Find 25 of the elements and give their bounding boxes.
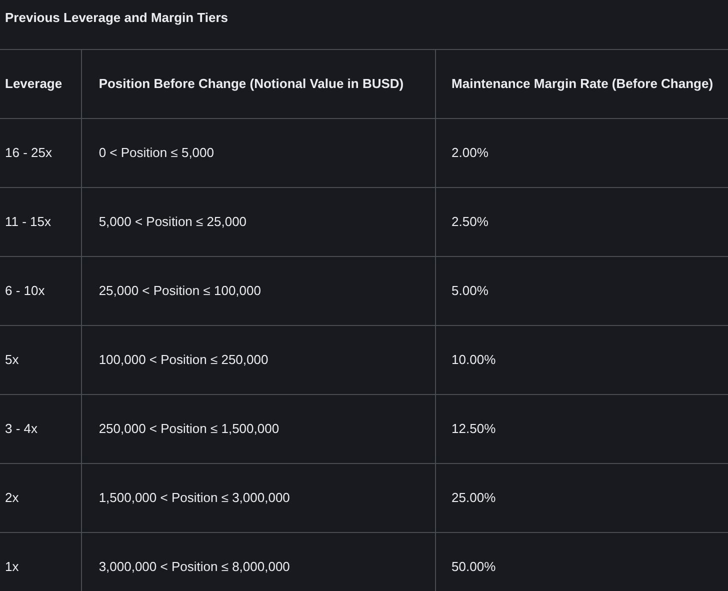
table-cell: 0 < Position ≤ 5,000 — [81, 118, 436, 188]
table-cell: 3,000,000 < Position ≤ 8,000,000 — [81, 532, 436, 591]
table-cell: 6 - 10x — [0, 256, 82, 326]
table-cell: 11 - 15x — [0, 188, 82, 256]
table-cell: 16 - 25x — [0, 118, 82, 188]
table-cell: 5,000 < Position ≤ 25,000 — [81, 188, 436, 256]
table-cell: 25,000 < Position ≤ 100,000 — [81, 256, 436, 326]
table-cell: 50.00% — [435, 532, 728, 591]
table-cell: 5.00% — [435, 256, 728, 326]
column-header: Maintenance Margin Rate (Before Change) — [435, 50, 728, 118]
column-header: Position Before Change (Notional Value in BUSD) — [81, 50, 436, 118]
table-cell: 2.00% — [435, 118, 728, 188]
table-cell: 5x — [0, 326, 82, 394]
table-cell: 2x — [0, 464, 82, 532]
table-cell: 12.50% — [435, 394, 728, 464]
table-cell: 100,000 < Position ≤ 250,000 — [81, 326, 436, 394]
table-cell: 10.00% — [435, 326, 728, 394]
table-cell: 1x — [0, 532, 82, 591]
table-cell: 250,000 < Position ≤ 1,500,000 — [81, 394, 436, 464]
table-cell: 2.50% — [435, 188, 728, 256]
table-title: Previous Leverage and Margin Tiers — [5, 10, 228, 25]
table-cell: 3 - 4x — [0, 394, 82, 464]
table-cell: 1,500,000 < Position ≤ 3,000,000 — [81, 464, 436, 532]
table-cell: 25.00% — [435, 464, 728, 532]
column-header: Leverage — [0, 50, 82, 118]
